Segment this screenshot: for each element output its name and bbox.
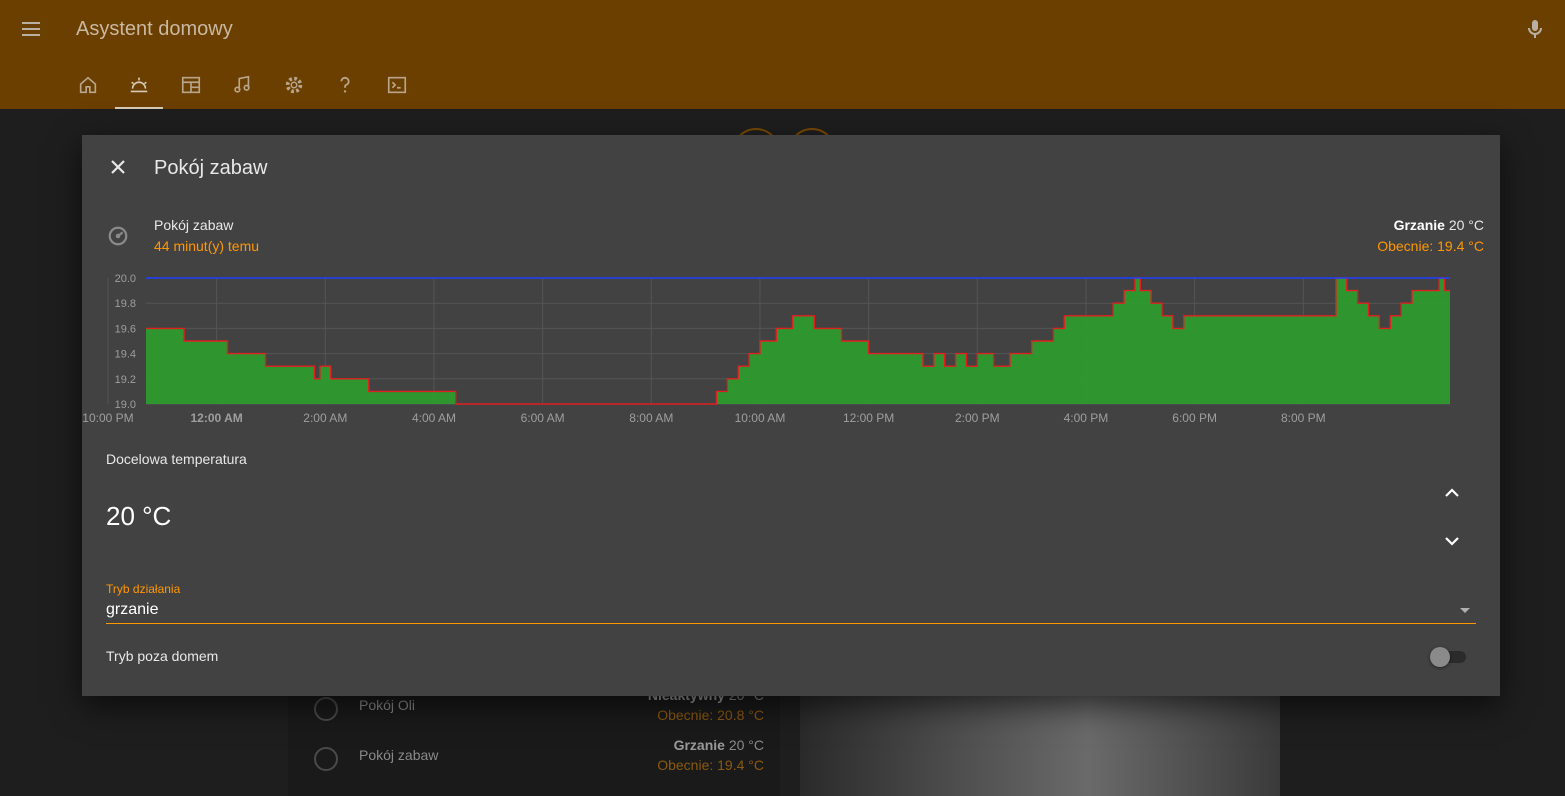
entity-name: Pokój Oli [359, 697, 416, 713]
increase-temperature-button[interactable] [1440, 481, 1464, 505]
entity-state: Grzanie 20 °C [673, 737, 764, 753]
heating-area [146, 278, 1450, 404]
away-mode-label: Tryb poza domem [106, 648, 219, 664]
operation-mode-label: Tryb działania [106, 582, 181, 596]
tab-home[interactable] [62, 60, 114, 109]
app-title: Asystent domowy [76, 18, 233, 40]
chevron-down-icon [1445, 537, 1459, 546]
help-icon [340, 76, 350, 93]
weather-sunset-icon [130, 77, 148, 92]
camera-image[interactable] [800, 690, 1280, 796]
tab-music[interactable] [216, 60, 268, 109]
current-temperature: Obecnie: 19.4 °C [1377, 238, 1484, 254]
home-icon [79, 76, 97, 93]
tab-console[interactable] [371, 60, 423, 109]
y-tick-label: 19.8 [115, 298, 136, 310]
target-temperature-label: Docelowa temperatura [106, 451, 247, 467]
thermostat-icon [314, 747, 338, 771]
gear-icon [285, 76, 303, 93]
music-note-icon [234, 75, 250, 93]
more-info-dialog: Pokój zabaw Pokój zabaw 44 minut(y) temu… [82, 135, 1500, 696]
dashboard-layout-icon [181, 76, 201, 93]
y-tick-label: 19.4 [115, 349, 136, 361]
microphone-icon[interactable] [1523, 17, 1547, 41]
x-tick-label: 12:00 AM [191, 411, 243, 425]
list-item[interactable]: Pokój zabaw Grzanie 20 °C Obecnie: 19.4 … [288, 735, 780, 785]
tab-settings[interactable] [268, 60, 320, 109]
console-icon [387, 76, 407, 93]
last-changed: 44 minut(y) temu [154, 238, 260, 254]
x-tick-label: 12:00 PM [843, 411, 894, 425]
entity-name: Pokój zabaw [359, 747, 439, 763]
operation-mode-value: grzanie [106, 601, 159, 618]
y-tick-label: 20.0 [115, 273, 136, 285]
y-tick-label: 19.2 [115, 374, 136, 386]
away-mode-toggle[interactable] [1430, 646, 1466, 667]
x-tick-label: 6:00 AM [521, 411, 565, 425]
entity-current: Obecnie: 19.4 °C [657, 757, 764, 773]
thermostat-icon [314, 697, 338, 721]
x-tick-label: 10:00 PM [82, 411, 133, 425]
x-tick-label: 6:00 PM [1172, 411, 1217, 425]
dropdown-arrow-icon [1460, 608, 1470, 613]
close-icon[interactable] [106, 155, 130, 179]
history-chart: 19.0 19.2 19.4 19.6 19.8 20.0 10:00 PM 12:00 AM… [82, 273, 1450, 425]
decrease-temperature-button[interactable] [1440, 529, 1464, 553]
y-tick-label: 19.6 [115, 323, 136, 335]
x-tick-label: 4:00 PM [1064, 411, 1109, 425]
tab-help[interactable] [319, 60, 371, 109]
y-tick-label: 19.0 [115, 399, 136, 411]
x-tick-label: 8:00 PM [1281, 411, 1326, 425]
top-app-bar: Asystent domowy [0, 0, 1565, 109]
entity-state: Grzanie 20 °C [1393, 217, 1484, 233]
entity-name: Pokój zabaw [154, 217, 234, 233]
toggle-thumb [1430, 647, 1450, 667]
x-tick-label: 4:00 AM [412, 411, 456, 425]
x-tick-label: 8:00 AM [629, 411, 673, 425]
target-temperature-value: 20 °C [106, 501, 172, 531]
tab-dashboard[interactable] [165, 60, 217, 109]
entity-current: Obecnie: 20.8 °C [657, 707, 764, 723]
thermostat-icon [107, 225, 129, 247]
x-tick-label: 2:00 PM [955, 411, 1000, 425]
tab-weather[interactable] [113, 60, 165, 109]
menu-icon[interactable] [20, 17, 44, 41]
operation-mode-select[interactable]: grzanie [106, 597, 1476, 624]
thermostat-card: Pokój Oli Nieaktywny 20 °C Obecnie: 20.8… [288, 687, 780, 796]
x-tick-label: 10:00 AM [735, 411, 786, 425]
dialog-title: Pokój zabaw [154, 157, 268, 179]
chevron-up-icon [1445, 488, 1459, 497]
x-tick-label: 2:00 AM [303, 411, 347, 425]
